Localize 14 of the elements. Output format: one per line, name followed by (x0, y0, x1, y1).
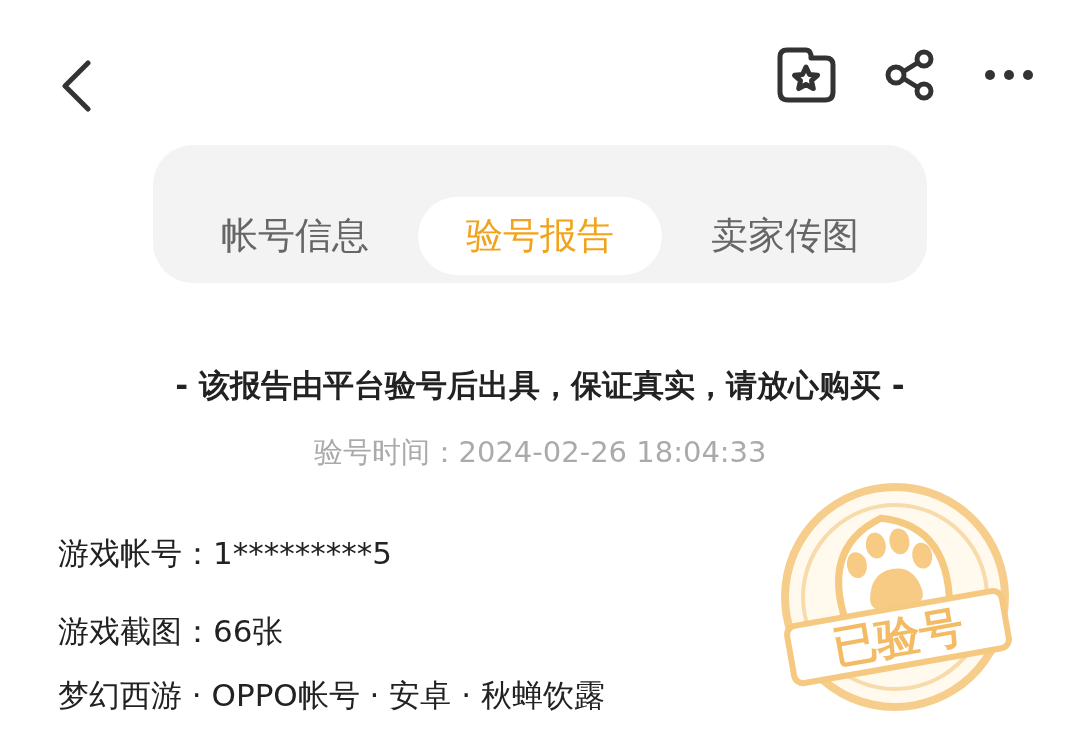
share-icon[interactable] (884, 48, 936, 102)
report-notice: - 该报告由平台验号后出具，保证真实，请放心购买 - (174, 366, 906, 405)
more-icon[interactable] (984, 69, 1034, 81)
tab[interactable]: 帐号信息 (173, 197, 418, 275)
back-icon[interactable] (60, 60, 92, 112)
time-label: 验号时间： (313, 435, 459, 469)
time-value: 2024-02-26 18:04:33 (458, 435, 767, 469)
account-summary: 梦幻西游 · OPPO帐号 · 安卓 · 秋蝉饮露 (58, 676, 605, 715)
field-label: 游戏截图： (58, 613, 213, 649)
field-label: 游戏帐号： (58, 535, 213, 571)
tab[interactable]: 卖家传图 (662, 197, 907, 275)
field-value: 1*********5 (213, 535, 392, 571)
favorite-folder-icon[interactable] (776, 47, 836, 103)
field-value: 66张 (213, 613, 284, 649)
